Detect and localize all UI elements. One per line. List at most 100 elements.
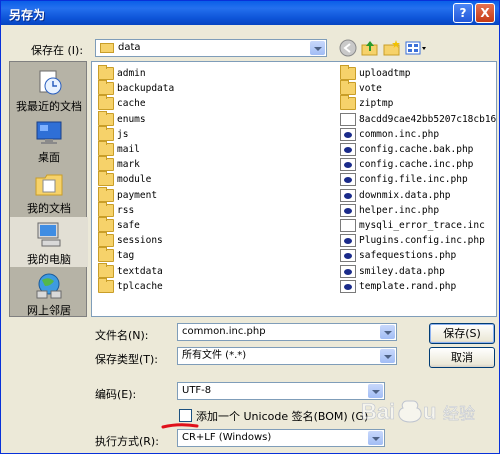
place-label: 我最近的文档: [16, 100, 82, 113]
folder-item[interactable]: tplcache: [98, 277, 338, 294]
folder-item[interactable]: payment: [98, 186, 338, 203]
folder-item[interactable]: js: [98, 125, 338, 142]
file-list[interactable]: admin backupdata cache enums js mail mark modul…: [91, 61, 497, 317]
file-item[interactable]: mysqli_error_trace.inc: [340, 218, 496, 233]
folder-icon: [98, 217, 114, 232]
php-file-icon: [340, 158, 356, 172]
file-item[interactable]: downmix.data.php: [340, 188, 496, 203]
save-button[interactable]: 保存(S): [429, 323, 495, 344]
folder-item[interactable]: tag: [98, 247, 338, 263]
file-name: mark: [117, 159, 140, 171]
save-in-value: data: [118, 42, 141, 53]
folder-item[interactable]: sessions: [98, 232, 338, 248]
my-computer-icon: [37, 222, 61, 247]
back-icon[interactable]: [339, 39, 357, 57]
network-places-icon: [36, 273, 62, 299]
filename-value: common.inc.php: [182, 326, 266, 337]
folder-icon: [100, 43, 114, 53]
place-desktop[interactable]: 桌面: [10, 115, 88, 165]
chevron-down-icon: [368, 431, 383, 445]
title-bar[interactable]: 另存为 ? X: [1, 1, 499, 25]
new-folder-icon[interactable]: [383, 39, 401, 57]
folder-item[interactable]: enums: [98, 110, 338, 127]
bom-checkbox-label[interactable]: 添加一个 Unicode 签名(BOM) (G): [196, 408, 368, 424]
folder-icon: [98, 277, 114, 293]
file-name: js: [117, 128, 129, 140]
cancel-button[interactable]: 取消: [429, 347, 495, 368]
help-button[interactable]: ?: [453, 3, 473, 23]
php-file-icon: [340, 249, 356, 263]
file-name: tplcache: [117, 280, 163, 292]
place-network[interactable]: 网上邻居: [10, 268, 88, 318]
folder-item[interactable]: cache: [98, 95, 338, 111]
folder-item[interactable]: rss: [98, 201, 338, 218]
file-item[interactable]: Plugins.config.inc.php: [340, 233, 496, 248]
file-name: backupdata: [117, 83, 175, 95]
encoding-dropdown[interactable]: UTF-8: [177, 382, 385, 400]
file-item[interactable]: config.cache.bak.php: [340, 142, 496, 157]
file-item[interactable]: smiley.data.php: [340, 264, 496, 279]
folder-item[interactable]: vote: [340, 80, 496, 96]
folder-item[interactable]: textdata: [98, 262, 338, 279]
encoding-value: UTF-8: [182, 385, 212, 396]
filetype-dropdown[interactable]: 所有文件 (*.*): [177, 347, 397, 365]
filename-input[interactable]: common.inc.php: [177, 323, 397, 341]
folder-item[interactable]: ziptmp: [340, 95, 496, 111]
place-my-computer[interactable]: 我的电脑: [10, 217, 88, 267]
file-name: safequestions.php: [359, 250, 457, 262]
folder-item[interactable]: admin: [98, 65, 338, 81]
file-name: 8acdd9cae42bb5207c18cb1686: [359, 113, 497, 125]
filetype-value: 所有文件 (*.*): [182, 350, 247, 361]
file-item[interactable]: 8acdd9cae42bb5207c18cb1686: [340, 112, 497, 127]
save-in-dropdown[interactable]: data: [95, 39, 327, 57]
window-title: 另存为: [9, 8, 46, 22]
folder-item[interactable]: module: [98, 171, 338, 187]
close-button[interactable]: X: [475, 3, 495, 23]
file-name: enums: [117, 113, 146, 125]
folder-icon: [340, 65, 356, 80]
file-item[interactable]: template.rand.php: [340, 279, 496, 294]
baidu-watermark: Bai u 经验: [361, 399, 476, 425]
file-icon: [340, 112, 356, 126]
file-item[interactable]: common.inc.php: [340, 127, 496, 142]
folder-icon: [98, 156, 114, 172]
file-item[interactable]: config.file.inc.php: [340, 172, 496, 187]
recent-documents-icon: [39, 70, 62, 95]
file-name: uploadtmp: [359, 68, 411, 79]
file-item[interactable]: safequestions.php: [340, 248, 496, 263]
folder-icon: [98, 247, 114, 263]
folder-item[interactable]: uploadtmp: [340, 65, 496, 81]
up-folder-icon[interactable]: [361, 39, 379, 57]
file-name: smiley.data.php: [359, 265, 445, 277]
folder-item[interactable]: safe: [98, 217, 338, 233]
lineend-value: CR+LF (Windows): [182, 432, 272, 443]
svg-text:Bai: Bai: [361, 399, 395, 424]
php-file-icon: [340, 173, 356, 187]
place-label: 我的电脑: [27, 253, 71, 266]
file-name: sessions: [117, 235, 163, 247]
folder-item[interactable]: backupdata: [98, 80, 338, 96]
lineend-dropdown[interactable]: CR+LF (Windows): [177, 429, 385, 447]
php-file-icon: [340, 264, 356, 278]
save-as-dialog: 另存为 ? X 保存在 (I): data 我最近的文档 桌面 我的文档 我的电…: [0, 0, 500, 454]
file-name: config.cache.inc.php: [359, 159, 474, 171]
place-label: 我的文档: [27, 202, 71, 215]
file-name: mysqli_error_trace.inc: [359, 220, 485, 231]
folder-icon: [98, 201, 114, 217]
views-menu-icon[interactable]: [405, 39, 427, 57]
file-name: rss: [117, 204, 135, 216]
folder-item[interactable]: mark: [98, 156, 338, 172]
place-my-documents[interactable]: 我的文档: [10, 166, 88, 216]
file-name: common.inc.php: [359, 128, 440, 140]
file-name: safe: [117, 220, 140, 231]
folder-icon: [98, 110, 114, 126]
svg-text:经验: 经验: [443, 404, 475, 423]
folder-icon: [98, 141, 114, 156]
file-icon: [340, 219, 356, 232]
file-name: tag: [117, 250, 135, 262]
file-item[interactable]: config.cache.inc.php: [340, 157, 496, 172]
folder-item[interactable]: mail: [98, 141, 338, 157]
place-recent-documents[interactable]: 我最近的文档: [10, 64, 88, 114]
file-name: textdata: [117, 265, 163, 277]
file-item[interactable]: helper.inc.php: [340, 203, 496, 218]
